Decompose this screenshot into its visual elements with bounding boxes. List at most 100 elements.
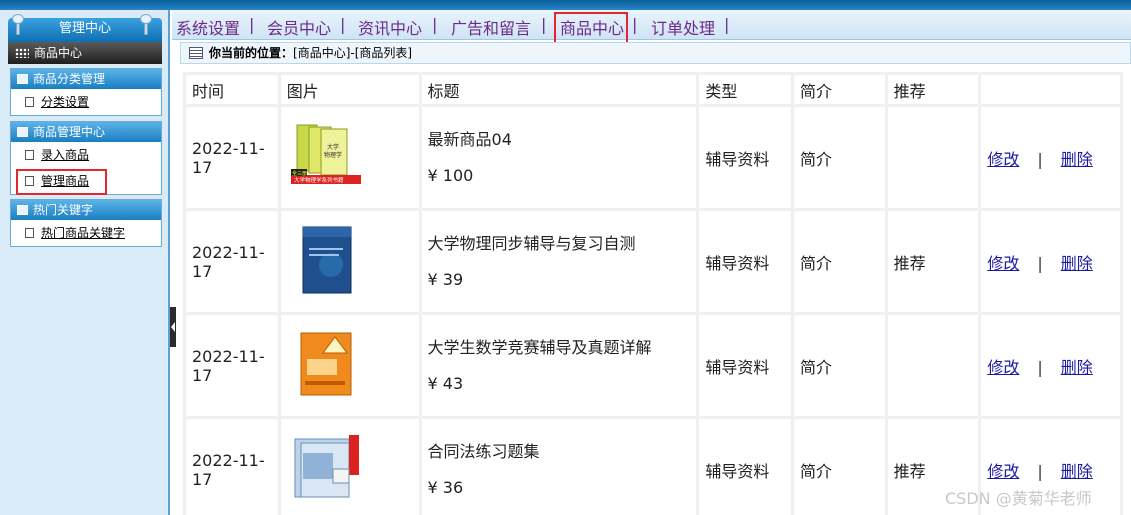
nav-separator: | bbox=[632, 15, 638, 34]
nav-separator: | bbox=[249, 15, 255, 34]
goods-title: 合同法练习题集 bbox=[427, 441, 540, 461]
sidebar-group-keywords: 热门关键字 热门商品关键字 bbox=[10, 199, 162, 247]
sidebar-current-section[interactable]: 商品中心 bbox=[8, 42, 162, 64]
document-icon bbox=[25, 150, 34, 160]
cell-type: 辅导资料 bbox=[699, 315, 791, 416]
sidebar-item-category-settings[interactable]: 分类设置 bbox=[11, 89, 161, 115]
watermark: CSDN @黄菊华老师 bbox=[945, 489, 1092, 508]
sidebar-group-title: 商品管理中心 bbox=[33, 125, 106, 139]
edit-link[interactable]: 修改 bbox=[987, 358, 1019, 377]
table-row: 2022-11-17 大学 物理学 全三册 大学物理学系列书籍 最新商品04 ¥… bbox=[186, 107, 1120, 208]
highlight-box bbox=[554, 12, 628, 45]
pin-icon bbox=[140, 14, 152, 35]
nav-ads-messages[interactable]: 广告和留言 bbox=[451, 15, 531, 39]
cover-caption: 大学物理学系列书籍 bbox=[294, 176, 344, 184]
nav-separator: | bbox=[541, 15, 547, 34]
cell-recommend bbox=[887, 315, 979, 416]
book-cover-image bbox=[302, 226, 352, 293]
sidebar-header: 管理中心 bbox=[8, 18, 162, 42]
goods-price: ¥ 36 bbox=[427, 477, 464, 497]
sidebar-collapse-handle[interactable] bbox=[170, 307, 176, 347]
cell-actions: 修改 | 删除 bbox=[981, 315, 1120, 416]
folder-icon bbox=[17, 74, 28, 84]
cell-image bbox=[280, 315, 419, 416]
cell-time: 2022-11-17 bbox=[186, 211, 278, 312]
nav-order-processing[interactable]: 订单处理 bbox=[651, 15, 715, 39]
edit-link[interactable]: 修改 bbox=[987, 254, 1019, 273]
nav-system-settings[interactable]: 系统设置 bbox=[176, 15, 240, 39]
action-separator: | bbox=[1037, 149, 1043, 169]
cell-time: 2022-11-17 bbox=[186, 107, 278, 208]
breadcrumb-path: [商品中心]-[商品列表] bbox=[293, 46, 413, 60]
book-cover-image bbox=[300, 332, 352, 395]
delete-link[interactable]: 删除 bbox=[1061, 358, 1093, 377]
breadcrumb: 你当前的位置：[商品中心]-[商品列表] bbox=[180, 42, 1131, 64]
list-icon bbox=[189, 47, 203, 59]
cell-image: 大学 物理学 全三册 大学物理学系列书籍 bbox=[280, 107, 419, 208]
nav-news-center[interactable]: 资讯中心 bbox=[358, 15, 422, 39]
cell-intro: 简介 bbox=[794, 419, 885, 515]
sidebar: 管理中心 商品中心 商品分类管理 分类设置 商品管理中心 录入商品 管理商品 热… bbox=[0, 10, 170, 515]
cell-title: 大学生数学竞赛辅导及真题详解 ¥ 43 bbox=[421, 315, 697, 416]
cell-recommend: 推荐 bbox=[887, 211, 979, 312]
sidebar-item-link[interactable]: 录入商品 bbox=[41, 148, 89, 162]
nav-separator: | bbox=[340, 15, 346, 34]
goods-title: 大学生数学竞赛辅导及真题详解 bbox=[427, 337, 652, 357]
top-nav: 系统设置 | 会员中心 | 资讯中心 | 广告和留言 | 商品中心 | 订单处理… bbox=[172, 10, 1131, 45]
cell-image bbox=[280, 419, 419, 515]
pin-icon bbox=[12, 14, 24, 35]
sidebar-item-link[interactable]: 分类设置 bbox=[41, 95, 89, 109]
cell-title: 最新商品04 ¥ 100 bbox=[421, 107, 697, 208]
sidebar-group-header[interactable]: 商品分类管理 bbox=[11, 69, 161, 89]
cell-title: 合同法练习题集 ¥ 36 bbox=[421, 419, 697, 515]
top-strip bbox=[0, 0, 1131, 10]
sidebar-group-title: 商品分类管理 bbox=[33, 72, 106, 86]
cell-actions: 修改 | 删除 bbox=[981, 211, 1120, 312]
edit-link[interactable]: 修改 bbox=[987, 150, 1019, 169]
breadcrumb-label: 你当前的位置： bbox=[209, 46, 294, 60]
col-header-actions bbox=[981, 75, 1120, 104]
cell-intro: 简介 bbox=[794, 107, 885, 208]
goods-title: 大学物理同步辅导与复习自测 bbox=[427, 233, 636, 253]
action-separator: | bbox=[1037, 253, 1043, 273]
sidebar-group-category: 商品分类管理 分类设置 bbox=[10, 68, 162, 116]
book-cover-image: 大学 物理学 全三册 大学物理学系列书籍 bbox=[290, 124, 361, 184]
action-separator: | bbox=[1037, 357, 1043, 377]
table-row: 2022-11-17 大学生数学竞赛辅导及真题详解 ¥ 43 辅导资料 简介 修… bbox=[186, 315, 1120, 416]
cell-type: 辅导资料 bbox=[699, 211, 791, 312]
sidebar-item-add-goods[interactable]: 录入商品 bbox=[11, 142, 161, 168]
sidebar-item-link[interactable]: 热门商品关键字 bbox=[41, 226, 125, 240]
delete-link[interactable]: 删除 bbox=[1061, 150, 1093, 169]
sidebar-group-header[interactable]: 热门关键字 bbox=[11, 200, 161, 220]
col-header-time: 时间 bbox=[186, 75, 278, 104]
goods-title: 最新商品04 bbox=[427, 129, 512, 149]
cell-intro: 简介 bbox=[794, 315, 885, 416]
col-header-recommend: 推荐 bbox=[887, 75, 979, 104]
col-header-title: 标题 bbox=[421, 75, 697, 104]
grid-icon bbox=[15, 48, 29, 58]
col-header-image: 图片 bbox=[280, 75, 419, 104]
delete-link[interactable]: 删除 bbox=[1061, 462, 1093, 481]
nav-separator: | bbox=[724, 15, 730, 34]
edit-link[interactable]: 修改 bbox=[987, 462, 1019, 481]
cell-time: 2022-11-17 bbox=[186, 315, 278, 416]
goods-price: ¥ 43 bbox=[427, 373, 464, 393]
nav-separator: | bbox=[432, 15, 438, 34]
document-icon bbox=[25, 97, 34, 107]
goods-table: 时间 图片 标题 类型 简介 推荐 2022-11-17 大学 物理学 全三册 … bbox=[183, 72, 1123, 515]
sidebar-sub-label: 商品中心 bbox=[34, 46, 83, 60]
cell-type: 辅导资料 bbox=[699, 107, 791, 208]
cell-time: 2022-11-17 bbox=[186, 419, 278, 515]
sidebar-group-header[interactable]: 商品管理中心 bbox=[11, 122, 161, 142]
cover-tag: 全三册 bbox=[292, 170, 307, 177]
svg-text:物理学: 物理学 bbox=[324, 151, 342, 159]
sidebar-group-title: 热门关键字 bbox=[33, 203, 94, 217]
table-header-row: 时间 图片 标题 类型 简介 推荐 bbox=[186, 75, 1120, 104]
nav-member-center[interactable]: 会员中心 bbox=[267, 15, 331, 39]
cell-image bbox=[280, 211, 419, 312]
sidebar-item-hot-keywords[interactable]: 热门商品关键字 bbox=[11, 220, 161, 246]
delete-link[interactable]: 删除 bbox=[1061, 254, 1093, 273]
cell-type: 辅导资料 bbox=[699, 419, 791, 515]
action-separator: | bbox=[1037, 461, 1043, 481]
cell-intro: 简介 bbox=[794, 211, 885, 312]
